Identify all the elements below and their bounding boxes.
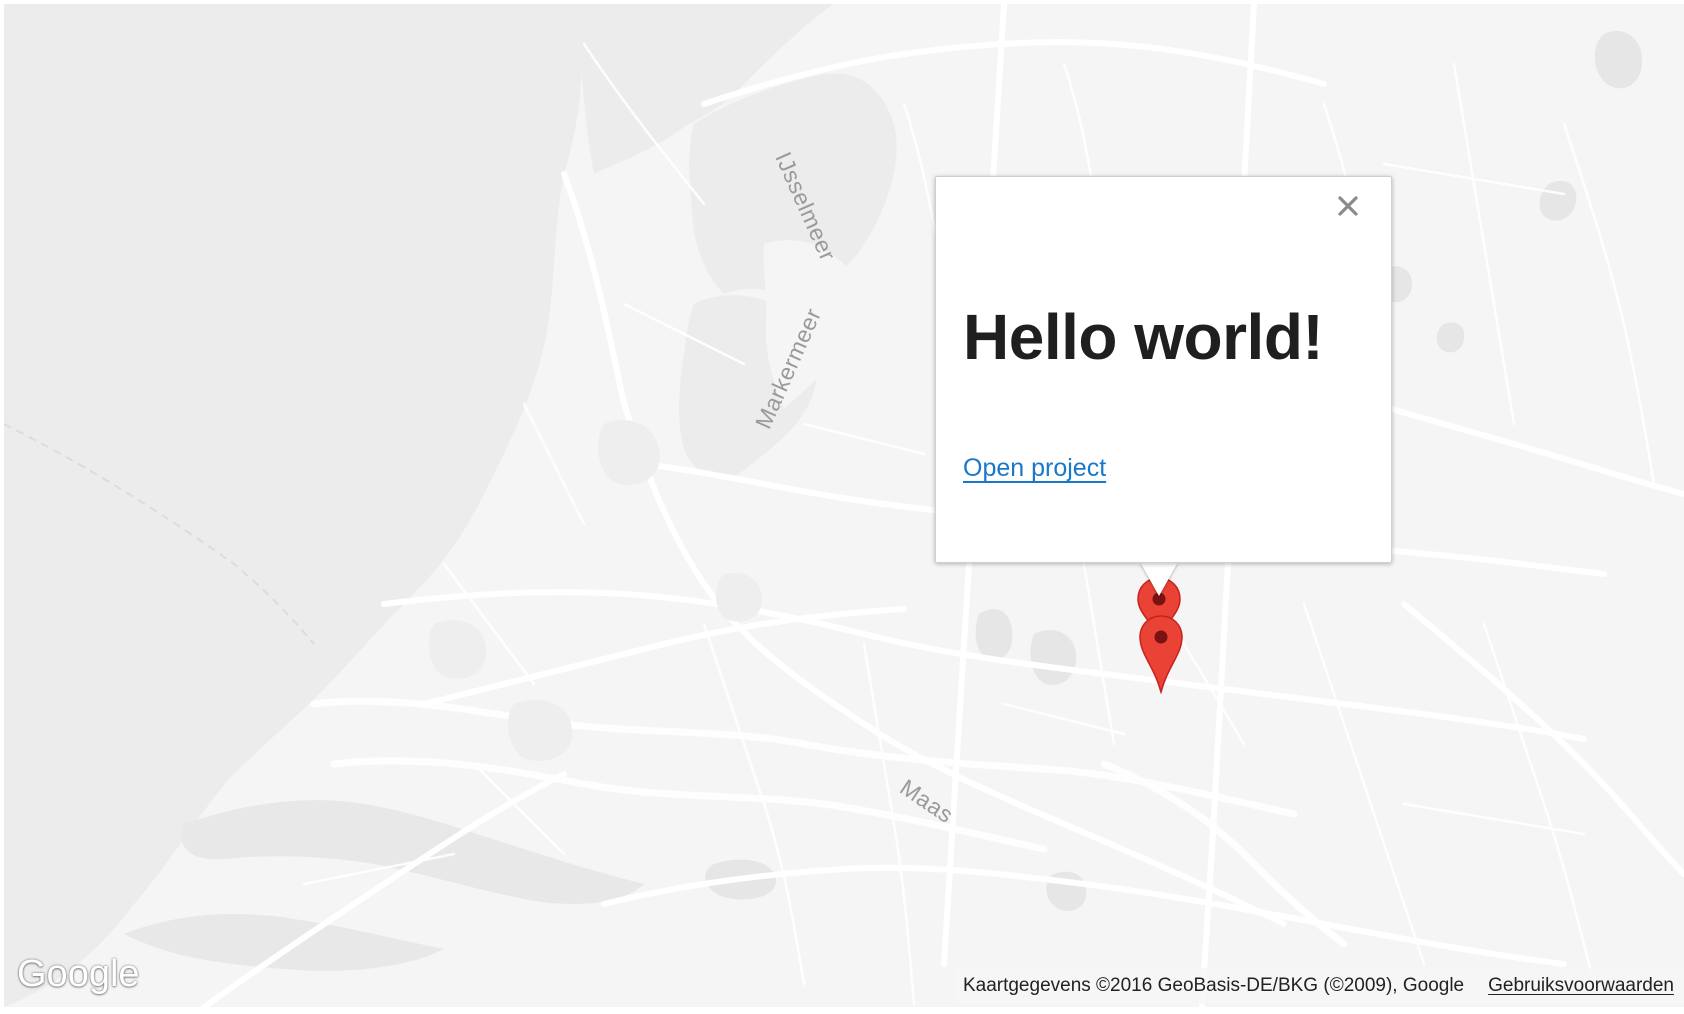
terms-of-use-link[interactable]: Gebruiksvoorwaarden (1488, 975, 1674, 997)
map-canvas[interactable]: IJsselmeer Markermeer Maas (4, 4, 1684, 1007)
map-viewport[interactable]: IJsselmeer Markermeer Maas Hello world! … (0, 0, 1684, 1014)
lake (1436, 322, 1465, 353)
close-icon[interactable] (1333, 191, 1363, 221)
map-pin-icon[interactable] (1138, 614, 1184, 694)
info-window-tail (1140, 562, 1178, 596)
map-attribution-bar: Kaartgegevens ©2016 GeoBasis-DE/BKG (©20… (954, 968, 1684, 1004)
google-logo[interactable]: Google (17, 953, 140, 996)
open-project-link[interactable]: Open project (963, 454, 1106, 483)
info-window: Hello world! Open project (935, 176, 1392, 563)
info-window-title: Hello world! (963, 301, 1324, 373)
lake (975, 609, 1013, 660)
map-base-layer (4, 4, 1684, 1007)
map-attribution-text: Kaartgegevens ©2016 GeoBasis-DE/BKG (©20… (962, 975, 1465, 996)
